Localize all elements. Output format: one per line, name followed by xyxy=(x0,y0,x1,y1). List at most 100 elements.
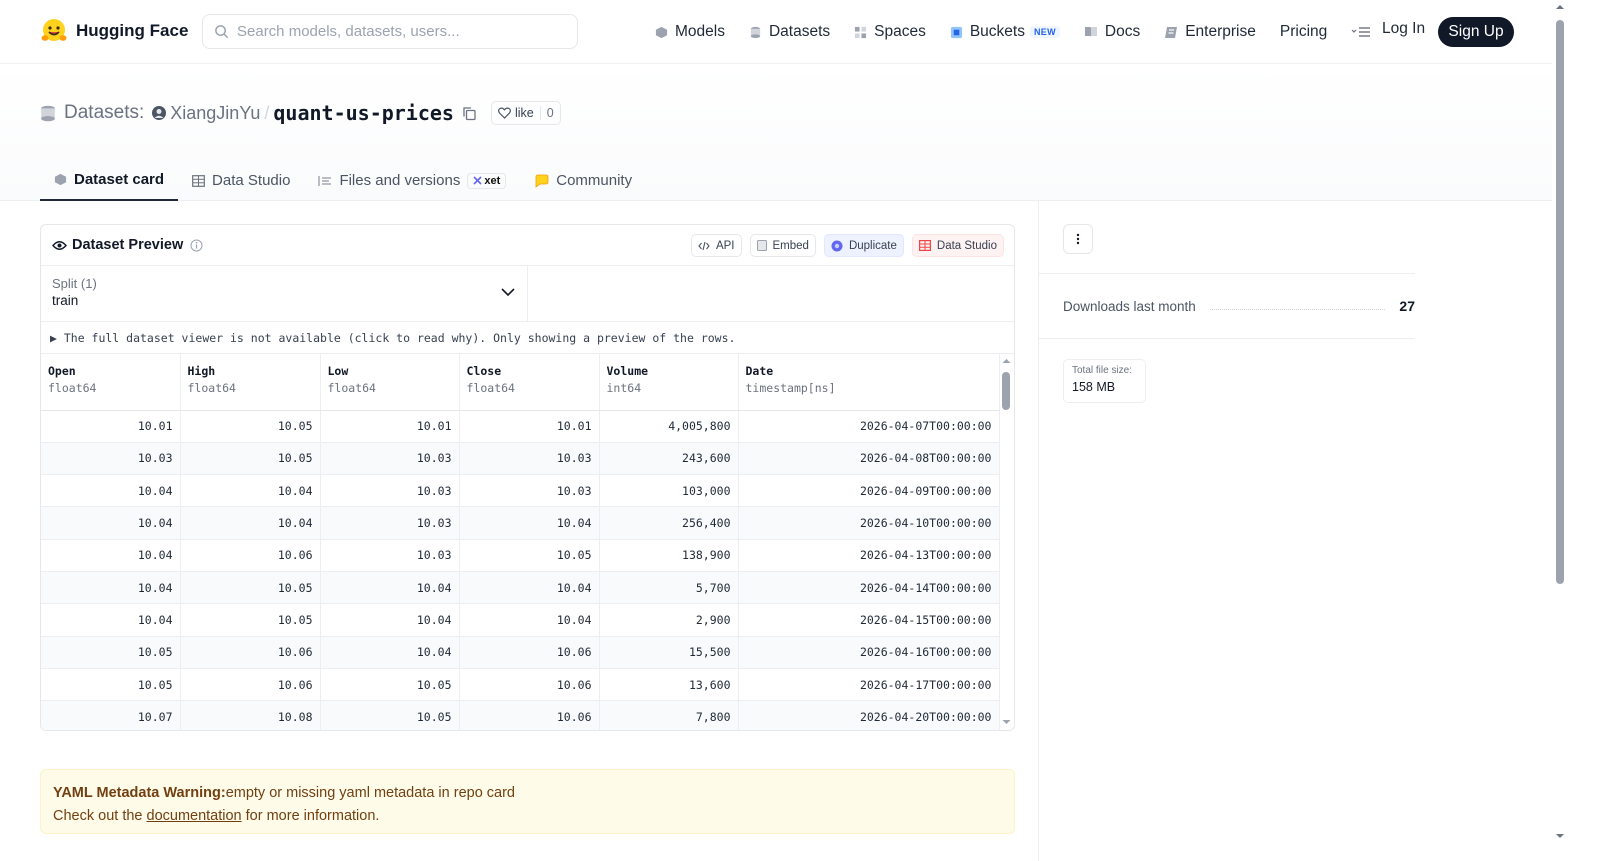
dotted-leader xyxy=(1209,302,1386,310)
table-cell: 103,000 xyxy=(599,474,739,508)
page-scrollbar[interactable] xyxy=(1552,0,1568,861)
column-header-close[interactable]: Close float64 xyxy=(459,354,600,411)
search-icon xyxy=(215,25,229,39)
tab-data-studio[interactable]: Data Studio xyxy=(178,160,304,201)
table-cell: 2026-04-14T00:00:00 xyxy=(738,571,1000,605)
table-cell: 10.03 xyxy=(459,442,600,476)
dataset-icon xyxy=(41,105,55,121)
more-options-button[interactable] xyxy=(1063,224,1093,254)
table-scrollbar[interactable] xyxy=(999,354,1014,730)
docs-icon xyxy=(1084,27,1097,37)
table-cell: 10.04 xyxy=(180,474,321,508)
embed-button[interactable]: Embed xyxy=(749,234,816,257)
table-row[interactable]: 10.01 10.05 10.01 10.01 4,005,800 2026-04-07T… xyxy=(41,410,1000,443)
table-cell: 10.05 xyxy=(320,668,460,702)
nav-buckets[interactable]: Buckets NEW xyxy=(950,23,1060,41)
table-row[interactable]: 10.04 10.05 10.04 10.04 5,700 2026-04-14T00:0… xyxy=(41,571,1000,605)
warning-line2-post: for more information. xyxy=(241,808,380,824)
datasets-icon xyxy=(750,26,761,38)
table-scrollbar-thumb[interactable] xyxy=(1002,372,1010,410)
brand-name: Hugging Face xyxy=(76,21,189,40)
new-badge: NEW xyxy=(1029,26,1060,38)
page-scrollbar-thumb[interactable] xyxy=(1556,20,1564,584)
tab-community[interactable]: Community xyxy=(520,160,646,201)
table-row[interactable]: 10.05 10.06 10.05 10.06 13,600 2026-04-17T00:… xyxy=(41,668,1000,702)
nav-more-menu[interactable] xyxy=(1351,26,1371,38)
login-link[interactable]: Log In xyxy=(1382,20,1425,38)
table-cell: 10.04 xyxy=(41,571,181,605)
column-name: High xyxy=(187,364,216,378)
data-studio-icon xyxy=(918,240,931,251)
column-header-high[interactable]: High float64 xyxy=(180,354,321,411)
tab-community-label: Community xyxy=(556,172,633,189)
tab-dataset-card-label: Dataset card xyxy=(74,171,165,188)
viewer-notice[interactable]: ▶ The full dataset viewer is not availab… xyxy=(41,322,1014,354)
table-cell: 243,600 xyxy=(599,442,739,476)
column-name: Date xyxy=(745,364,774,378)
copy-button[interactable] xyxy=(462,106,477,121)
section-label[interactable]: Datasets: xyxy=(64,102,144,124)
column-header-date[interactable]: Date timestamp[ns] xyxy=(738,354,1000,411)
warning-line-2: Check out the documentation for more inf… xyxy=(53,805,1002,828)
scroll-down-arrow-icon[interactable] xyxy=(999,717,1014,727)
eye-icon xyxy=(52,240,67,250)
table-cell: 10.05 xyxy=(180,410,321,443)
file-size-value: 158 MB xyxy=(1072,380,1116,394)
preview-title: Dataset Preview xyxy=(72,237,184,253)
nav-pricing[interactable]: Pricing xyxy=(1280,23,1327,41)
search-box[interactable] xyxy=(202,14,578,49)
nav-spaces[interactable]: Spaces xyxy=(854,23,926,41)
nav-pricing-label: Pricing xyxy=(1279,23,1328,40)
info-icon[interactable] xyxy=(190,239,203,252)
nav-datasets-label: Datasets xyxy=(768,23,831,40)
nav-enterprise[interactable]: Enterprise xyxy=(1164,23,1256,41)
split-selector-row: Split (1) train xyxy=(41,266,1014,322)
scroll-up-arrow-icon[interactable] xyxy=(999,356,1014,366)
split-select[interactable]: Split (1) train xyxy=(41,266,528,321)
api-button[interactable]: API xyxy=(690,234,742,257)
table-cell: 10.04 xyxy=(320,571,460,605)
tab-files-and-versions[interactable]: Files and versions xet xyxy=(304,160,520,201)
signup-button[interactable]: Sign Up xyxy=(1438,17,1514,47)
nav-docs[interactable]: Docs xyxy=(1084,23,1140,41)
brand-link[interactable]: Hugging Face xyxy=(40,17,188,45)
table-cell: 10.04 xyxy=(459,506,600,540)
column-type: int64 xyxy=(606,381,642,395)
xet-icon xyxy=(473,176,482,185)
table-row[interactable]: 10.04 10.04 10.03 10.04 256,400 2026-04-10T00… xyxy=(41,506,1000,540)
table-row[interactable]: 10.04 10.05 10.04 10.04 2,900 2026-04-15T00:0… xyxy=(41,603,1000,637)
documentation-link[interactable]: documentation xyxy=(147,808,242,824)
scroll-up-arrow-icon[interactable] xyxy=(1552,2,1568,12)
tab-dataset-card[interactable]: Dataset card xyxy=(40,160,179,201)
repo-owner-link[interactable]: XiangJinYu xyxy=(170,103,260,124)
menu-icon xyxy=(1351,27,1371,37)
table-cell: 2026-04-08T00:00:00 xyxy=(738,442,1000,476)
column-header-low[interactable]: Low float64 xyxy=(320,354,460,411)
table-row[interactable]: 10.03 10.05 10.03 10.03 243,600 2026-04-08T00… xyxy=(41,442,1000,476)
downloads-stat: Downloads last month 27 xyxy=(1063,298,1415,314)
search-input[interactable] xyxy=(237,23,567,40)
nav-datasets[interactable]: Datasets xyxy=(749,23,830,41)
like-toggle[interactable]: like xyxy=(492,106,540,120)
like-count[interactable]: 0 xyxy=(539,106,560,120)
column-header-open[interactable]: Open float64 xyxy=(41,354,181,411)
table-row[interactable]: 10.04 10.04 10.03 10.03 103,000 2026-04-09T00… xyxy=(41,474,1000,508)
like-button[interactable]: like 0 xyxy=(490,101,561,125)
breadcrumb-separator: / xyxy=(264,102,270,123)
data-studio-button[interactable]: Data Studio xyxy=(911,234,1004,257)
table-row[interactable]: 10.04 10.06 10.03 10.05 138,900 2026-04-13T00… xyxy=(41,539,1000,572)
duplicate-button[interactable]: Duplicate xyxy=(823,234,904,257)
column-header-volume[interactable]: Volume int64 xyxy=(599,354,739,411)
column-type: float64 xyxy=(187,381,236,395)
table-cell: 2026-04-16T00:00:00 xyxy=(738,636,1000,669)
table-cell: 10.03 xyxy=(41,442,181,476)
scroll-down-arrow-icon[interactable] xyxy=(1552,831,1568,841)
table-row[interactable]: 10.07 10.08 10.05 10.06 7,800 2026-04-20T00:0… xyxy=(41,700,1000,730)
nav-models[interactable]: Models xyxy=(655,23,725,41)
repo-name[interactable]: quant-us-prices xyxy=(273,101,454,125)
table-cell: 10.04 xyxy=(320,636,460,669)
column-type: float64 xyxy=(48,381,97,395)
table-row[interactable]: 10.05 10.06 10.04 10.06 15,500 2026-04-16T00:… xyxy=(41,636,1000,669)
yaml-metadata-warning: YAML Metadata Warning:empty or missing y… xyxy=(40,769,1015,834)
table-cell: 10.06 xyxy=(180,668,321,702)
